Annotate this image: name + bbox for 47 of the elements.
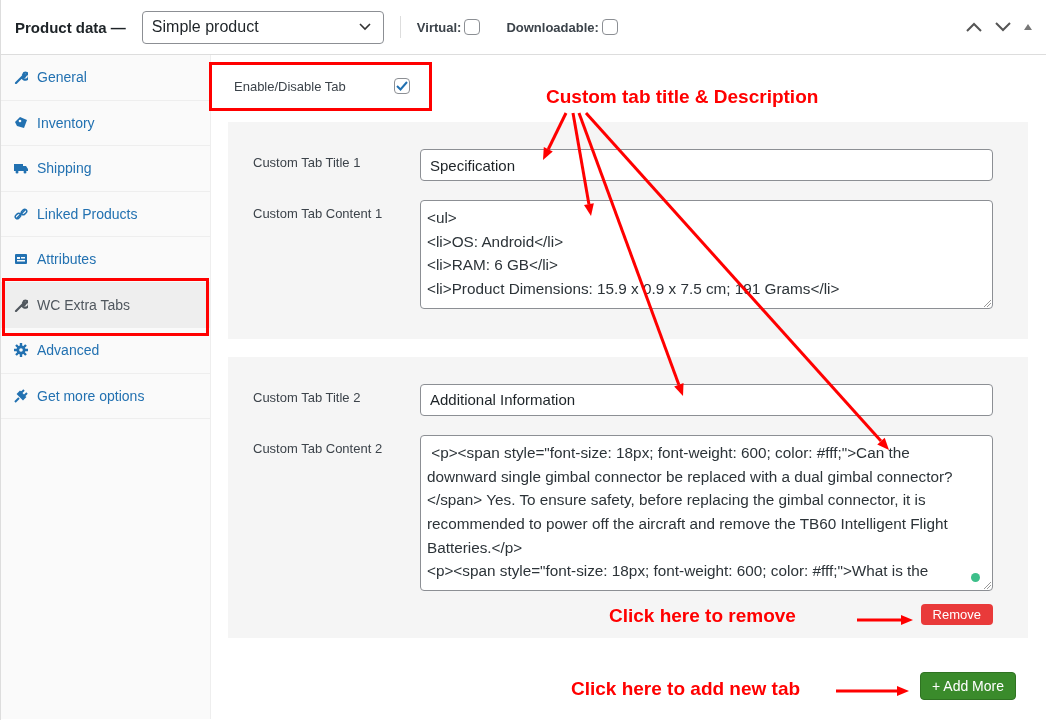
sidebar-item[interactable]: WC Extra Tabs <box>1 282 210 328</box>
title-input-field[interactable]: Additional Information <box>420 383 993 416</box>
field-label: Custom Tab Content 1 <box>253 205 384 221</box>
plug-icon <box>14 388 28 403</box>
select-value: Simple product <box>151 18 259 36</box>
wrench-icon <box>14 297 28 312</box>
resize-handle-icon <box>984 582 991 590</box>
checkbox[interactable] <box>393 78 410 94</box>
title-input-field[interactable]: Specification <box>420 149 993 181</box>
gear-icon <box>14 343 28 358</box>
sidebar-item[interactable]: Inventory <box>1 100 210 146</box>
truck-icon <box>14 161 28 176</box>
field-label: Custom Tab Title 1 <box>253 154 362 170</box>
field-label: Custom Tab Content 2 <box>253 439 384 456</box>
wrench-icon <box>14 70 28 85</box>
sidebar-item[interactable]: Shipping <box>1 146 210 192</box>
panel-title: Product data — <box>15 18 126 36</box>
option-label: Virtual: <box>416 19 462 35</box>
field-label: Enable/Disable Tab <box>234 78 346 94</box>
check-icon <box>395 81 408 91</box>
product-type-select[interactable]: Simple product <box>141 10 384 44</box>
annotation-text: Custom tab title & Description <box>546 86 819 108</box>
checkbox[interactable] <box>601 19 618 35</box>
annotation-text: Click here to remove <box>609 605 796 627</box>
triangle-up-icon[interactable] <box>1024 24 1032 30</box>
chevron-down-icon <box>358 23 371 31</box>
content-textarea[interactable]: <p><span style="font-size: 18px; font-weight: 600; color: #fff;">Can the downward single gimbal connector be replaced with a dual gimbal connector?</span> Yes. To ensure safety, before replacing the gimbal connector, it is recommended to power off the aircraft and remove the TB60 Intelligent Flight Batteries.</p> <p><span style="font-size: 18px; font-weight: 600; color: #fff;">What is the <box>420 434 993 592</box>
annotation-arrow <box>543 112 568 160</box>
resize-handle-icon <box>984 299 991 307</box>
chevron-up-icon[interactable] <box>966 22 982 32</box>
annotation-arrow <box>857 615 913 625</box>
tag-icon <box>14 115 28 130</box>
link-icon <box>14 206 28 221</box>
field-label: Custom Tab Title 2 <box>253 388 362 405</box>
option-label: Downloadable: <box>506 19 599 35</box>
dot-icon <box>971 573 980 583</box>
add-more-button[interactable]: + Add More <box>920 672 1016 701</box>
annotation-text: Click here to add new tab <box>571 678 801 700</box>
remove-button[interactable]: Remove <box>920 604 993 626</box>
card-icon <box>14 252 28 267</box>
sidebar-item[interactable]: Linked Products <box>1 191 210 237</box>
sidebar-item[interactable]: Attributes <box>1 237 210 283</box>
sidebar-item[interactable]: General <box>1 55 210 101</box>
sidebar-item[interactable]: Advanced <box>1 328 210 374</box>
sidebar-item[interactable]: Get more options <box>1 373 210 419</box>
checkbox[interactable] <box>464 19 481 35</box>
chevron-down-icon[interactable] <box>995 22 1011 32</box>
